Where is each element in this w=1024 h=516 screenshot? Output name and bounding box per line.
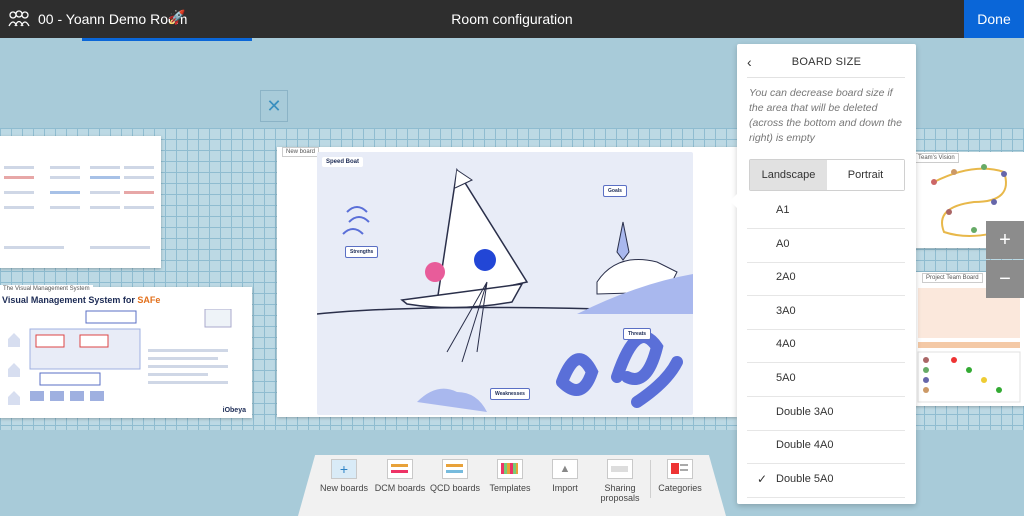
zoom-in-button[interactable]: + xyxy=(986,221,1024,259)
toolbar-categories-button[interactable]: Categories xyxy=(653,459,707,493)
board-thumb-line xyxy=(50,191,80,194)
board-title: Visual Management System for SAFe xyxy=(2,295,160,305)
toolbar-item-label: QCD boards xyxy=(429,483,481,493)
size-option[interactable]: ✓ Double 5A0 xyxy=(747,464,905,498)
size-option[interactable]: A1 xyxy=(747,195,905,229)
board-thumb-line xyxy=(4,206,34,209)
board-thumb-line xyxy=(124,176,154,179)
orientation-toggle: Landscape Portrait xyxy=(749,159,905,191)
board-thumb-line xyxy=(90,176,120,179)
size-option-label: 2A0 xyxy=(776,271,796,284)
toolbar-dcm-board-button[interactable]: DCM boards xyxy=(373,459,427,493)
size-option-label: A1 xyxy=(776,204,790,216)
size-option[interactable]: 4A0 xyxy=(747,329,905,364)
landscape-option[interactable]: Landscape xyxy=(750,160,827,190)
toolbar-plus-board-button[interactable]: + New boards xyxy=(317,459,371,493)
size-option[interactable]: Double 4A0 xyxy=(747,430,905,465)
size-option[interactable]: 2A0 xyxy=(747,262,905,297)
toolbar-qcd-board-button[interactable]: QCD boards xyxy=(428,459,482,493)
board-size-popup: ‹ BOARD SIZE You can decrease board size… xyxy=(730,44,916,504)
page-title: Room configuration xyxy=(451,11,573,27)
size-option-label: Double 4A0 xyxy=(776,439,834,452)
board-thumb-line xyxy=(4,166,34,169)
speed-boat-illustration: Speed Boat Goals Strengths Threats Weakn… xyxy=(317,152,693,415)
toolbar-divider xyxy=(650,460,651,498)
size-option-label: 4A0 xyxy=(776,338,796,351)
checkmark-icon: ✓ xyxy=(757,471,768,486)
toolbar-import-button[interactable]: ▲ Import xyxy=(538,459,592,493)
board-thumb-line xyxy=(90,206,120,209)
close-icon[interactable]: ✕ xyxy=(260,90,288,122)
board-thumb-line xyxy=(124,166,154,169)
board-thumb-line xyxy=(50,176,80,179)
safe-diagram xyxy=(8,309,232,405)
toolbar-item-label: Sharing proposals xyxy=(600,483,640,503)
toolbar-templates-button[interactable]: Templates xyxy=(483,459,537,493)
toolbar-item-label: DCM boards xyxy=(374,483,426,493)
sharing-icon xyxy=(607,459,633,479)
board-title-prefix: Visual Management System for xyxy=(2,295,138,305)
toolbar-item-label: Templates xyxy=(489,483,531,493)
popup-title: BOARD SIZE xyxy=(791,56,862,68)
toolbar-item-label: Categories xyxy=(658,483,702,493)
import-icon: ▲ xyxy=(552,459,578,479)
board-thumb-line xyxy=(4,176,34,179)
toolbar-item-label: New boards xyxy=(319,483,369,493)
done-button[interactable]: Done xyxy=(964,0,1024,38)
popup-description: You can decrease board size if the area … xyxy=(749,87,902,144)
brand-logo: iObeya xyxy=(222,407,246,414)
board-thumb-line xyxy=(4,191,34,194)
board-thumb-line xyxy=(4,246,64,249)
categories-icon xyxy=(667,459,693,479)
size-option[interactable]: 5A0 xyxy=(747,363,905,397)
size-option-label: Double 3A0 xyxy=(776,405,834,418)
divider xyxy=(747,77,905,78)
label-strengths: Strengths xyxy=(345,246,379,258)
top-bar: 00 - Yoann Demo Room 🚀 Room configuratio… xyxy=(0,0,1024,38)
board-thumb-line xyxy=(124,191,154,194)
plus-board-icon: + xyxy=(331,459,357,479)
portrait-option[interactable]: Portrait xyxy=(827,160,904,190)
board-thumb-line xyxy=(50,166,80,169)
size-option[interactable]: Double 3A0 xyxy=(747,397,905,431)
active-tab-indicator xyxy=(82,38,252,41)
toolbar-item-label: Import xyxy=(552,483,578,493)
board-speed-boat[interactable]: New board Speed Boat Goals Strengths Thr… xyxy=(277,147,737,417)
board-thumb-line xyxy=(90,191,120,194)
board-thumb-line xyxy=(90,166,120,169)
board-tag: New board xyxy=(282,147,320,157)
board-thumb-line xyxy=(90,246,150,249)
size-option[interactable]: A0 xyxy=(747,229,905,263)
qcd-board-icon xyxy=(442,459,468,479)
size-option-label: Double 5A0 xyxy=(776,472,834,485)
label-weaknesses: Weaknesses xyxy=(490,388,530,400)
board-thumb-line xyxy=(124,206,154,209)
zoom-out-button[interactable]: − xyxy=(986,260,1024,298)
size-option-label: 3A0 xyxy=(776,304,796,317)
label-goals: Goals xyxy=(603,185,627,197)
board-title-accent: SAFe xyxy=(137,295,161,305)
board-left-top[interactable] xyxy=(0,136,161,268)
board-thumb-line xyxy=(50,206,80,209)
board-safe[interactable]: The Visual Management System Visual Mana… xyxy=(0,285,252,418)
size-option-label: 5A0 xyxy=(776,372,796,384)
toolbar-sharing-button[interactable]: Sharing proposals xyxy=(593,459,647,503)
board-tag: The Visual Management System xyxy=(0,285,93,293)
popup-caret xyxy=(730,194,737,208)
size-option[interactable]: 3A0 xyxy=(747,296,905,330)
label-threats: Threats xyxy=(623,328,652,340)
size-option-label: A0 xyxy=(776,237,790,250)
templates-icon xyxy=(497,459,523,479)
dcm-board-icon xyxy=(387,459,413,479)
boat-drawing xyxy=(317,167,693,412)
